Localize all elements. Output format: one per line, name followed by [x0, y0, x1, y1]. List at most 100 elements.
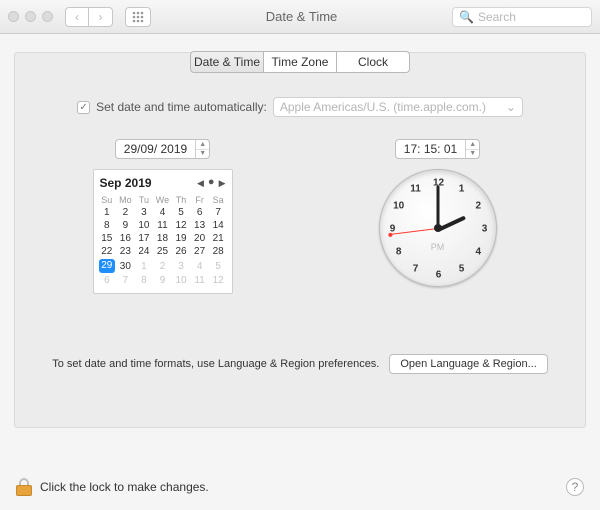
clock-number: 10 — [393, 201, 404, 212]
calendar-day[interactable]: 11 — [190, 274, 209, 287]
calendar-day[interactable]: 3 — [172, 258, 191, 274]
calendar-day[interactable]: 28 — [209, 245, 228, 258]
calendar-day[interactable]: 5 — [209, 258, 228, 274]
stepper-arrows[interactable]: ▲▼ — [465, 140, 479, 158]
calendar-day[interactable]: 25 — [153, 245, 172, 258]
cal-today-icon[interactable]: ● — [208, 178, 215, 189]
clock-number: 3 — [482, 224, 488, 235]
calendar-day[interactable]: 1 — [98, 206, 117, 219]
calendar-day[interactable]: 23 — [116, 245, 135, 258]
calendar-dow: Tu — [135, 194, 154, 206]
calendar-day[interactable]: 26 — [172, 245, 191, 258]
time-server-value: Apple Americas/U.S. (time.apple.com.) — [280, 100, 486, 114]
calendar-dow: Su — [98, 194, 117, 206]
help-button[interactable]: ? — [566, 478, 584, 496]
chevron-left-icon: ‹ — [75, 10, 79, 24]
auto-checkbox[interactable]: ✓ — [77, 101, 90, 114]
segmented-tabs: Date & Time Time Zone Clock — [190, 51, 410, 73]
calendar-day[interactable]: 8 — [135, 274, 154, 287]
second-hand — [390, 228, 438, 235]
ampm-label: PM — [431, 242, 445, 252]
calendar-day[interactable]: 12 — [209, 274, 228, 287]
date-stepper[interactable]: 29/09/ 2019 ▲▼ — [115, 139, 210, 159]
calendar-day[interactable]: 19 — [172, 232, 191, 245]
calendar-day[interactable]: 5 — [172, 206, 191, 219]
format-note: To set date and time formats, use Langua… — [52, 358, 379, 370]
preferences-panel: Date & Time Time Zone Clock ✓ Set date a… — [14, 52, 586, 428]
tab-clock[interactable]: Clock — [337, 51, 410, 73]
clock-number: 7 — [413, 263, 419, 274]
calendar-day[interactable]: 8 — [98, 219, 117, 232]
calendar-dow: Th — [172, 194, 191, 206]
calendar-day[interactable]: 13 — [190, 219, 209, 232]
zoom-dot[interactable] — [42, 11, 53, 22]
calendar-day[interactable]: 11 — [153, 219, 172, 232]
calendar-day[interactable]: 9 — [116, 219, 135, 232]
calendar-month: Sep 2019 — [100, 176, 152, 190]
tab-time-zone[interactable]: Time Zone — [264, 51, 337, 73]
open-language-region-button[interactable]: Open Language & Region... — [389, 354, 547, 374]
chevron-down-icon: ▼ — [196, 150, 209, 159]
minimize-dot[interactable] — [25, 11, 36, 22]
clock-number: 12 — [433, 178, 444, 189]
calendar-day[interactable]: 22 — [98, 245, 117, 258]
calendar-day[interactable]: 4 — [153, 206, 172, 219]
calendar-day[interactable]: 7 — [209, 206, 228, 219]
calendar-day[interactable]: 3 — [135, 206, 154, 219]
clock-number: 4 — [476, 247, 482, 258]
calendar-grid: SuMoTuWeThFrSa 1234567891011121314151617… — [98, 194, 228, 287]
clock-number: 9 — [390, 224, 396, 235]
calendar-day[interactable]: 14 — [209, 219, 228, 232]
lock-icon[interactable] — [16, 478, 32, 496]
calendar[interactable]: Sep 2019 ◀ ● ▶ SuMoTuWeThFrSa 1234567891… — [93, 169, 233, 294]
calendar-day[interactable]: 27 — [190, 245, 209, 258]
calendar-dow: We — [153, 194, 172, 206]
show-all-button[interactable] — [125, 7, 151, 27]
time-stepper[interactable]: 17: 15: 01 ▲▼ — [395, 139, 480, 159]
tab-date-time[interactable]: Date & Time — [190, 51, 264, 73]
calendar-day[interactable]: 16 — [116, 232, 135, 245]
calendar-day[interactable]: 15 — [98, 232, 117, 245]
calendar-day[interactable]: 10 — [135, 219, 154, 232]
calendar-day[interactable]: 10 — [172, 274, 191, 287]
calendar-day[interactable]: 6 — [190, 206, 209, 219]
time-server-combo[interactable]: Apple Americas/U.S. (time.apple.com.) ⌄ — [273, 97, 523, 117]
cal-prev-icon[interactable]: ◀ — [197, 178, 204, 189]
lock-bar: Click the lock to make changes. ? — [0, 464, 600, 510]
analog-clock: PM 121234567891011 — [379, 169, 497, 287]
chevron-down-icon: ⌄ — [506, 100, 516, 114]
calendar-day[interactable]: 4 — [190, 258, 209, 274]
calendar-day[interactable]: 21 — [209, 232, 228, 245]
close-dot[interactable] — [8, 11, 19, 22]
search-icon: 🔍 — [459, 10, 474, 24]
calendar-day[interactable]: 2 — [153, 258, 172, 274]
search-input[interactable]: 🔍 Search — [452, 7, 592, 27]
calendar-day[interactable]: 18 — [153, 232, 172, 245]
calendar-dow: Sa — [209, 194, 228, 206]
forward-button[interactable]: › — [89, 7, 113, 27]
calendar-day[interactable]: 24 — [135, 245, 154, 258]
traffic-lights — [8, 11, 53, 22]
calendar-day[interactable]: 9 — [153, 274, 172, 287]
clock-number: 8 — [396, 247, 402, 258]
calendar-day[interactable]: 30 — [116, 258, 135, 274]
stepper-arrows[interactable]: ▲▼ — [195, 140, 209, 158]
grid-icon — [132, 11, 144, 23]
back-button[interactable]: ‹ — [65, 7, 89, 27]
cal-next-icon[interactable]: ▶ — [219, 178, 226, 189]
clock-pin — [434, 224, 442, 232]
calendar-day[interactable]: 20 — [190, 232, 209, 245]
calendar-day[interactable]: 6 — [98, 274, 117, 287]
window-title: Date & Time — [157, 9, 446, 24]
clock-number: 1 — [459, 184, 465, 195]
calendar-day[interactable]: 7 — [116, 274, 135, 287]
time-stepper-value: 17: 15: 01 — [396, 140, 465, 158]
calendar-day[interactable]: 17 — [135, 232, 154, 245]
chevron-right-icon: › — [99, 10, 103, 24]
calendar-day[interactable]: 29 — [98, 258, 117, 274]
calendar-day[interactable]: 2 — [116, 206, 135, 219]
calendar-dow: Mo — [116, 194, 135, 206]
calendar-day[interactable]: 1 — [135, 258, 154, 274]
calendar-day[interactable]: 12 — [172, 219, 191, 232]
titlebar: ‹ › Date & Time 🔍 Search — [0, 0, 600, 34]
